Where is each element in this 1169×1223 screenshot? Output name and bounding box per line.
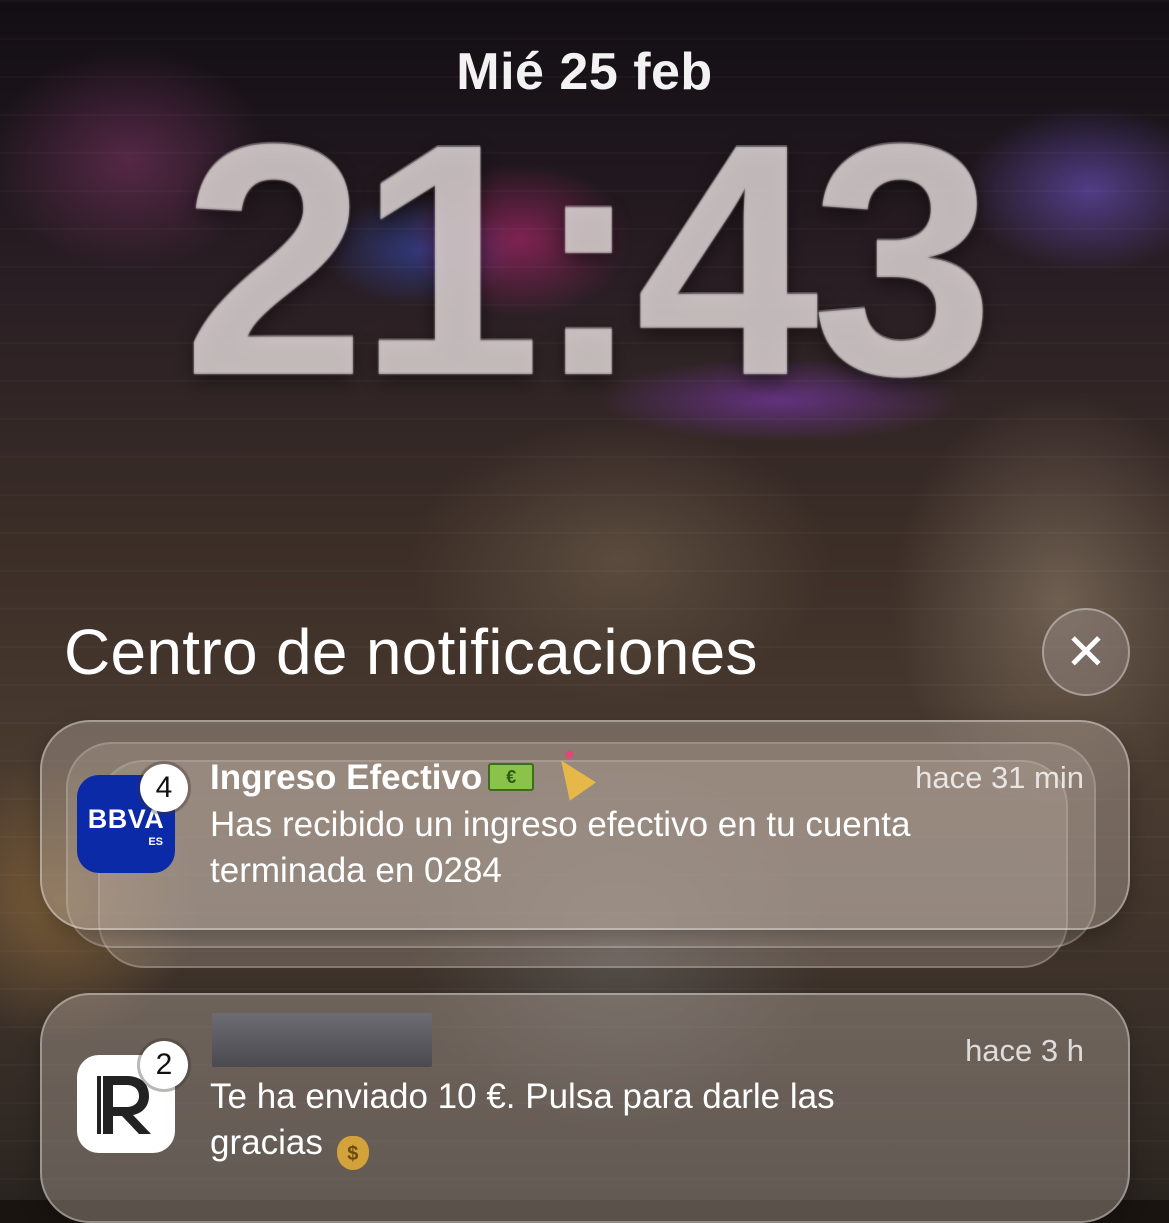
notification-body: Has recibido un ingreso efectivo en tu c…	[210, 805, 911, 890]
notification-bbva[interactable]: BBVA ES 4 Ingreso Efectivo hace 31 min H…	[40, 720, 1130, 930]
close-notifications-button[interactable]: ✕	[1042, 608, 1130, 696]
notification-count-badge: 4	[140, 764, 188, 812]
notification-revolut[interactable]: 2 hace 3 h Te ha enviado 10 €. Pulsa par…	[40, 993, 1130, 1223]
money-emoji-icon	[488, 763, 535, 791]
party-popper-icon	[548, 751, 597, 801]
notification-body: Te ha enviado 10 €. Pulsa para darle las…	[210, 1074, 910, 1170]
notification-title: Ingreso Efectivo	[210, 751, 597, 801]
notification-time: hace 31 min	[915, 760, 1084, 795]
notification-body-text: Te ha enviado 10 €. Pulsa para darle las…	[210, 1077, 835, 1162]
notification-time: hace 3 h	[965, 1033, 1084, 1068]
notification-title-text: Ingreso Efectivo	[210, 758, 483, 797]
notification-center-title: Centro de notificaciones	[64, 616, 758, 688]
bbva-logo-subtext: ES	[148, 836, 163, 848]
redacted-sender-name	[212, 1013, 432, 1067]
notification-count-badge: 2	[140, 1041, 188, 1089]
money-bag-emoji-icon: $	[336, 1136, 369, 1170]
close-icon: ✕	[1065, 624, 1107, 680]
lockscreen-clock: 21:43	[182, 75, 994, 444]
